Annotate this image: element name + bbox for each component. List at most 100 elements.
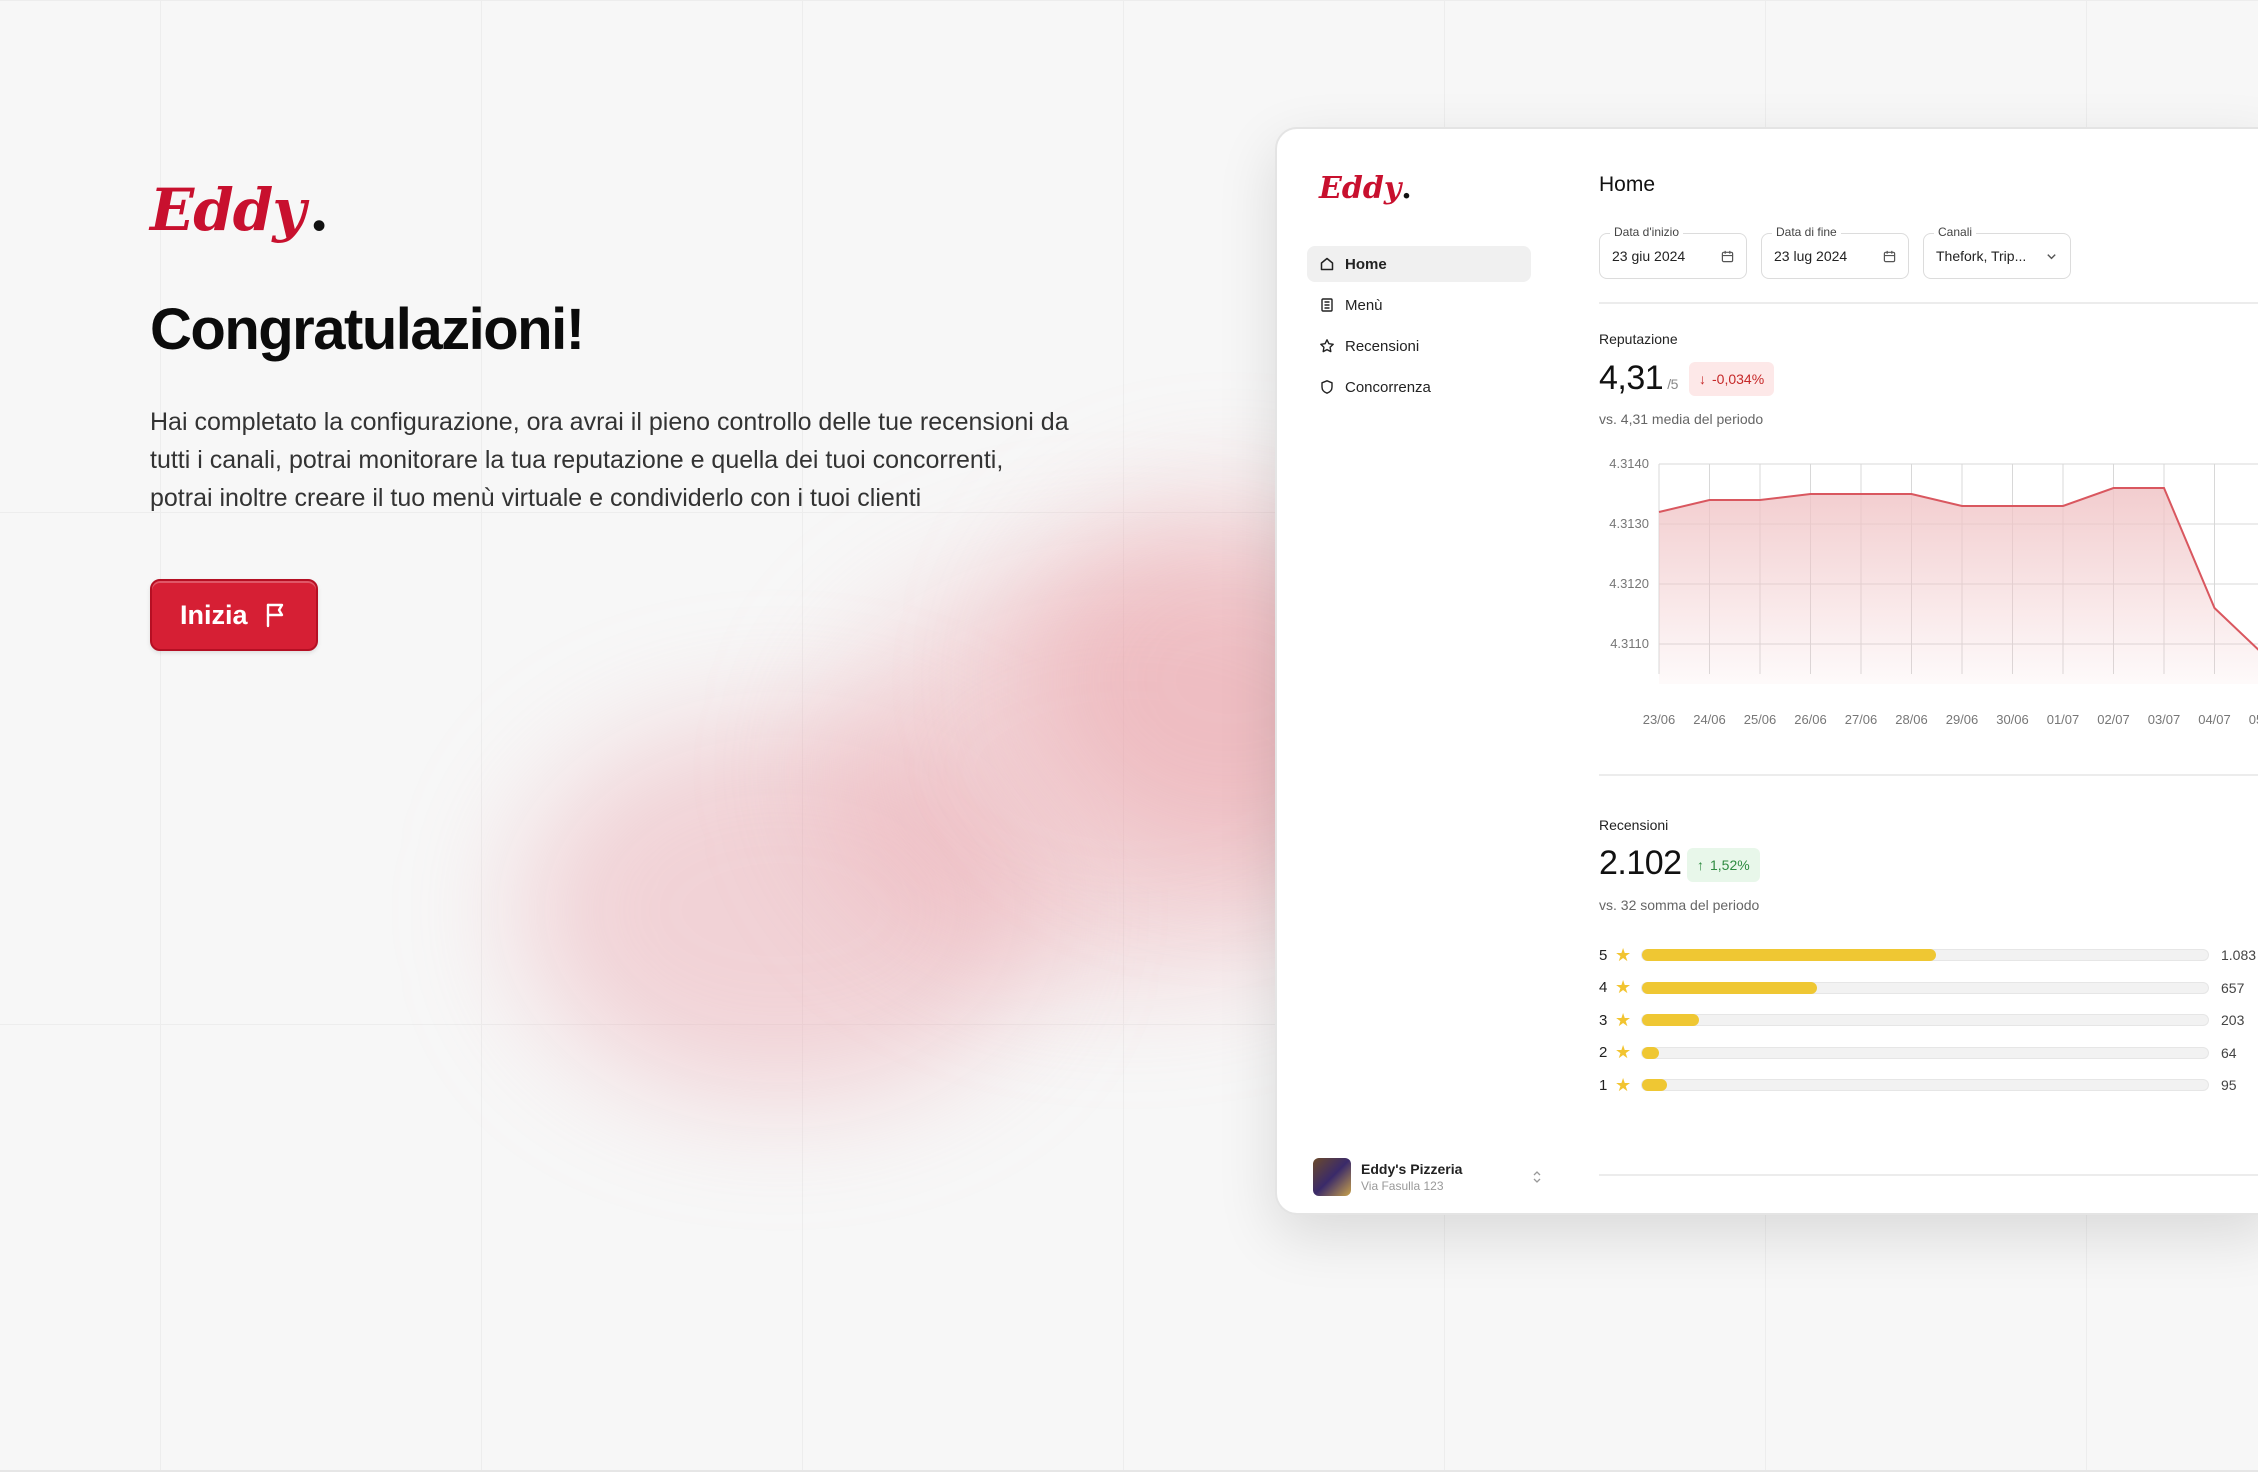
channels-select[interactable]: Canali Thefork, Trip... — [1923, 225, 2071, 279]
x-tick-label: 28/06 — [1895, 712, 1928, 727]
start-button-label: Inizia — [180, 599, 248, 630]
x-tick-label: 03/07 — [2148, 712, 2181, 727]
rating-stars: 4 — [1599, 979, 1608, 997]
divider — [1599, 302, 2258, 304]
chevron-down-icon — [2047, 253, 2056, 259]
star-icon: ★ — [1615, 1042, 1632, 1063]
reputation-note: vs. 4,31 media del periodo — [1599, 411, 1764, 427]
page-title: Congratulazioni! — [150, 297, 585, 362]
restaurant-info: Eddy's Pizzeria Via Fasulla 123 — [1361, 1161, 1462, 1193]
rating-row: 1 ★ 95 — [1599, 1069, 2258, 1102]
avatar — [1313, 1158, 1351, 1196]
reputation-label: Reputazione — [1599, 331, 1678, 347]
hero-description: Hai completato la configurazione, ora av… — [150, 408, 1069, 512]
rating-bar-fill — [1642, 981, 1818, 994]
star-icon: ★ — [1615, 1074, 1632, 1095]
hero-section: Eddy. Congratulazioni! Hai completato la… — [150, 176, 1070, 651]
sidebar-item-reviews[interactable]: Recensioni — [1307, 328, 1531, 364]
x-tick-label: 24/06 — [1693, 712, 1726, 727]
x-tick-label: 05/07 — [2249, 712, 2258, 727]
calendar-icon — [1721, 250, 1734, 262]
sidebar-item-menu[interactable]: Menù — [1307, 287, 1531, 323]
app-logo-text: Eddy — [1319, 171, 1402, 206]
rating-stars: 5 — [1599, 946, 1608, 964]
series-area — [1659, 488, 2258, 684]
rating-row: 4 ★ 657 — [1599, 972, 2258, 1005]
brand-logo-text: Eddy — [150, 176, 306, 244]
start-date-field[interactable]: Data d'inizio 23 giu 2024 — [1599, 225, 1747, 279]
divider — [1599, 774, 2258, 776]
reviews-label: Recensioni — [1599, 817, 1669, 833]
x-tick-label: 01/07 — [2047, 712, 2080, 727]
sidebar-item-competition[interactable]: Concorrenza — [1307, 369, 1531, 405]
app-logo: Eddy. — [1319, 171, 1412, 206]
star-icon: ★ — [1615, 944, 1632, 965]
reviews-delta: 1,52% — [1710, 857, 1750, 873]
brand-logo: Eddy. — [150, 176, 1070, 244]
filters-bar: Data d'inizio 23 giu 2024 Data di fine 2… — [1599, 225, 2071, 279]
x-tick-label: 04/07 — [2198, 712, 2231, 727]
arrow-down-icon: ↓ — [1699, 371, 1706, 387]
y-tick-label: 4.3140 — [1609, 456, 1649, 471]
rating-row: 5 ★ 1.083 — [1599, 939, 2258, 972]
star-icon — [1320, 339, 1334, 353]
brand-logo-dot: . — [309, 176, 329, 244]
x-tick-label: 02/07 — [2097, 712, 2130, 727]
end-date-field[interactable]: Data di fine 23 lug 2024 — [1761, 225, 1909, 279]
field-value: 23 giu 2024 — [1612, 248, 1686, 264]
rating-count: 64 — [2221, 1044, 2237, 1061]
reviews-total: 2.102 — [1599, 844, 1682, 882]
sidebar-item-label: Recensioni — [1345, 337, 1420, 355]
rating-row: 2 ★ 64 — [1599, 1037, 2258, 1070]
field-label: Data di fine — [1772, 225, 1841, 239]
rating-bar-track — [1641, 1079, 2209, 1092]
rating-count: 1.083 — [2221, 947, 2257, 964]
rating-bar-track — [1641, 1014, 2209, 1027]
rating-row: 3 ★ 203 — [1599, 1004, 2258, 1037]
rating-count: 203 — [2221, 1012, 2245, 1029]
sidebar: Eddy. Home Menù Recensioni Concorrenza E… — [1277, 129, 1577, 1213]
restaurant-switcher[interactable]: Eddy's Pizzeria Via Fasulla 123 — [1313, 1157, 1543, 1197]
x-tick-label: 23/06 — [1643, 712, 1676, 727]
reputation-delta-badge: ↓ -0,034% — [1689, 362, 1775, 396]
reputation-value: 4,31/5 — [1599, 359, 1678, 398]
arrow-up-icon: ↑ — [1697, 857, 1704, 873]
x-tick-label: 25/06 — [1744, 712, 1777, 727]
x-tick-label: 27/06 — [1845, 712, 1878, 727]
field-value: Thefork, Trip... — [1936, 248, 2027, 264]
rating-stars: 1 — [1599, 1076, 1608, 1094]
x-tick-label: 30/06 — [1996, 712, 2029, 727]
reputation-scale: /5 — [1667, 376, 1678, 392]
field-label: Data d'inizio — [1610, 225, 1683, 239]
divider — [1599, 1174, 2258, 1176]
rating-count: 95 — [2221, 1077, 2237, 1094]
shield-icon — [1321, 380, 1333, 394]
sidebar-item-home[interactable]: Home — [1307, 246, 1531, 282]
main-content: Home Data d'inizio 23 giu 2024 Data di f… — [1599, 129, 2258, 1213]
rating-distribution: 5 ★ 1.083 4 ★ 657 3 ★ 203 2 ★ 64 1 ★ 95 — [1599, 939, 2258, 1102]
rating-bar-track — [1641, 949, 2209, 962]
sidebar-nav: Home Menù Recensioni Concorrenza — [1307, 246, 1531, 410]
y-tick-label: 4.3110 — [1610, 636, 1649, 651]
rating-stars: 2 — [1599, 1044, 1608, 1062]
reviews-delta-badge: ↑ 1,52% — [1687, 848, 1760, 882]
reputation-score: 4,31 — [1599, 359, 1664, 397]
restaurant-address: Via Fasulla 123 — [1361, 1179, 1444, 1193]
y-tick-label: 4.3130 — [1609, 516, 1649, 531]
calendar-icon — [1883, 250, 1896, 262]
page-heading: Home — [1599, 173, 1656, 196]
rating-bar-track — [1641, 981, 2209, 994]
sidebar-item-label: Concorrenza — [1345, 378, 1431, 396]
sidebar-item-label: Menù — [1345, 296, 1383, 314]
rating-count: 657 — [2221, 979, 2245, 996]
field-value: 23 lug 2024 — [1774, 248, 1848, 264]
y-tick-label: 4.3120 — [1609, 576, 1649, 591]
reputation-chart: 4.3140 4.3130 4.3120 4.3110 23/06 24/06 25/06 2… — [1609, 456, 2258, 727]
star-icon: ★ — [1615, 1009, 1632, 1030]
start-button[interactable]: Inizia — [150, 579, 318, 651]
rating-stars: 3 — [1599, 1011, 1608, 1029]
app-logo-dot: . — [1401, 171, 1412, 206]
reviews-note: vs. 32 somma del periodo — [1599, 897, 1760, 913]
restaurant-name: Eddy's Pizzeria — [1361, 1161, 1463, 1177]
reputation-delta: -0,034% — [1712, 371, 1765, 387]
